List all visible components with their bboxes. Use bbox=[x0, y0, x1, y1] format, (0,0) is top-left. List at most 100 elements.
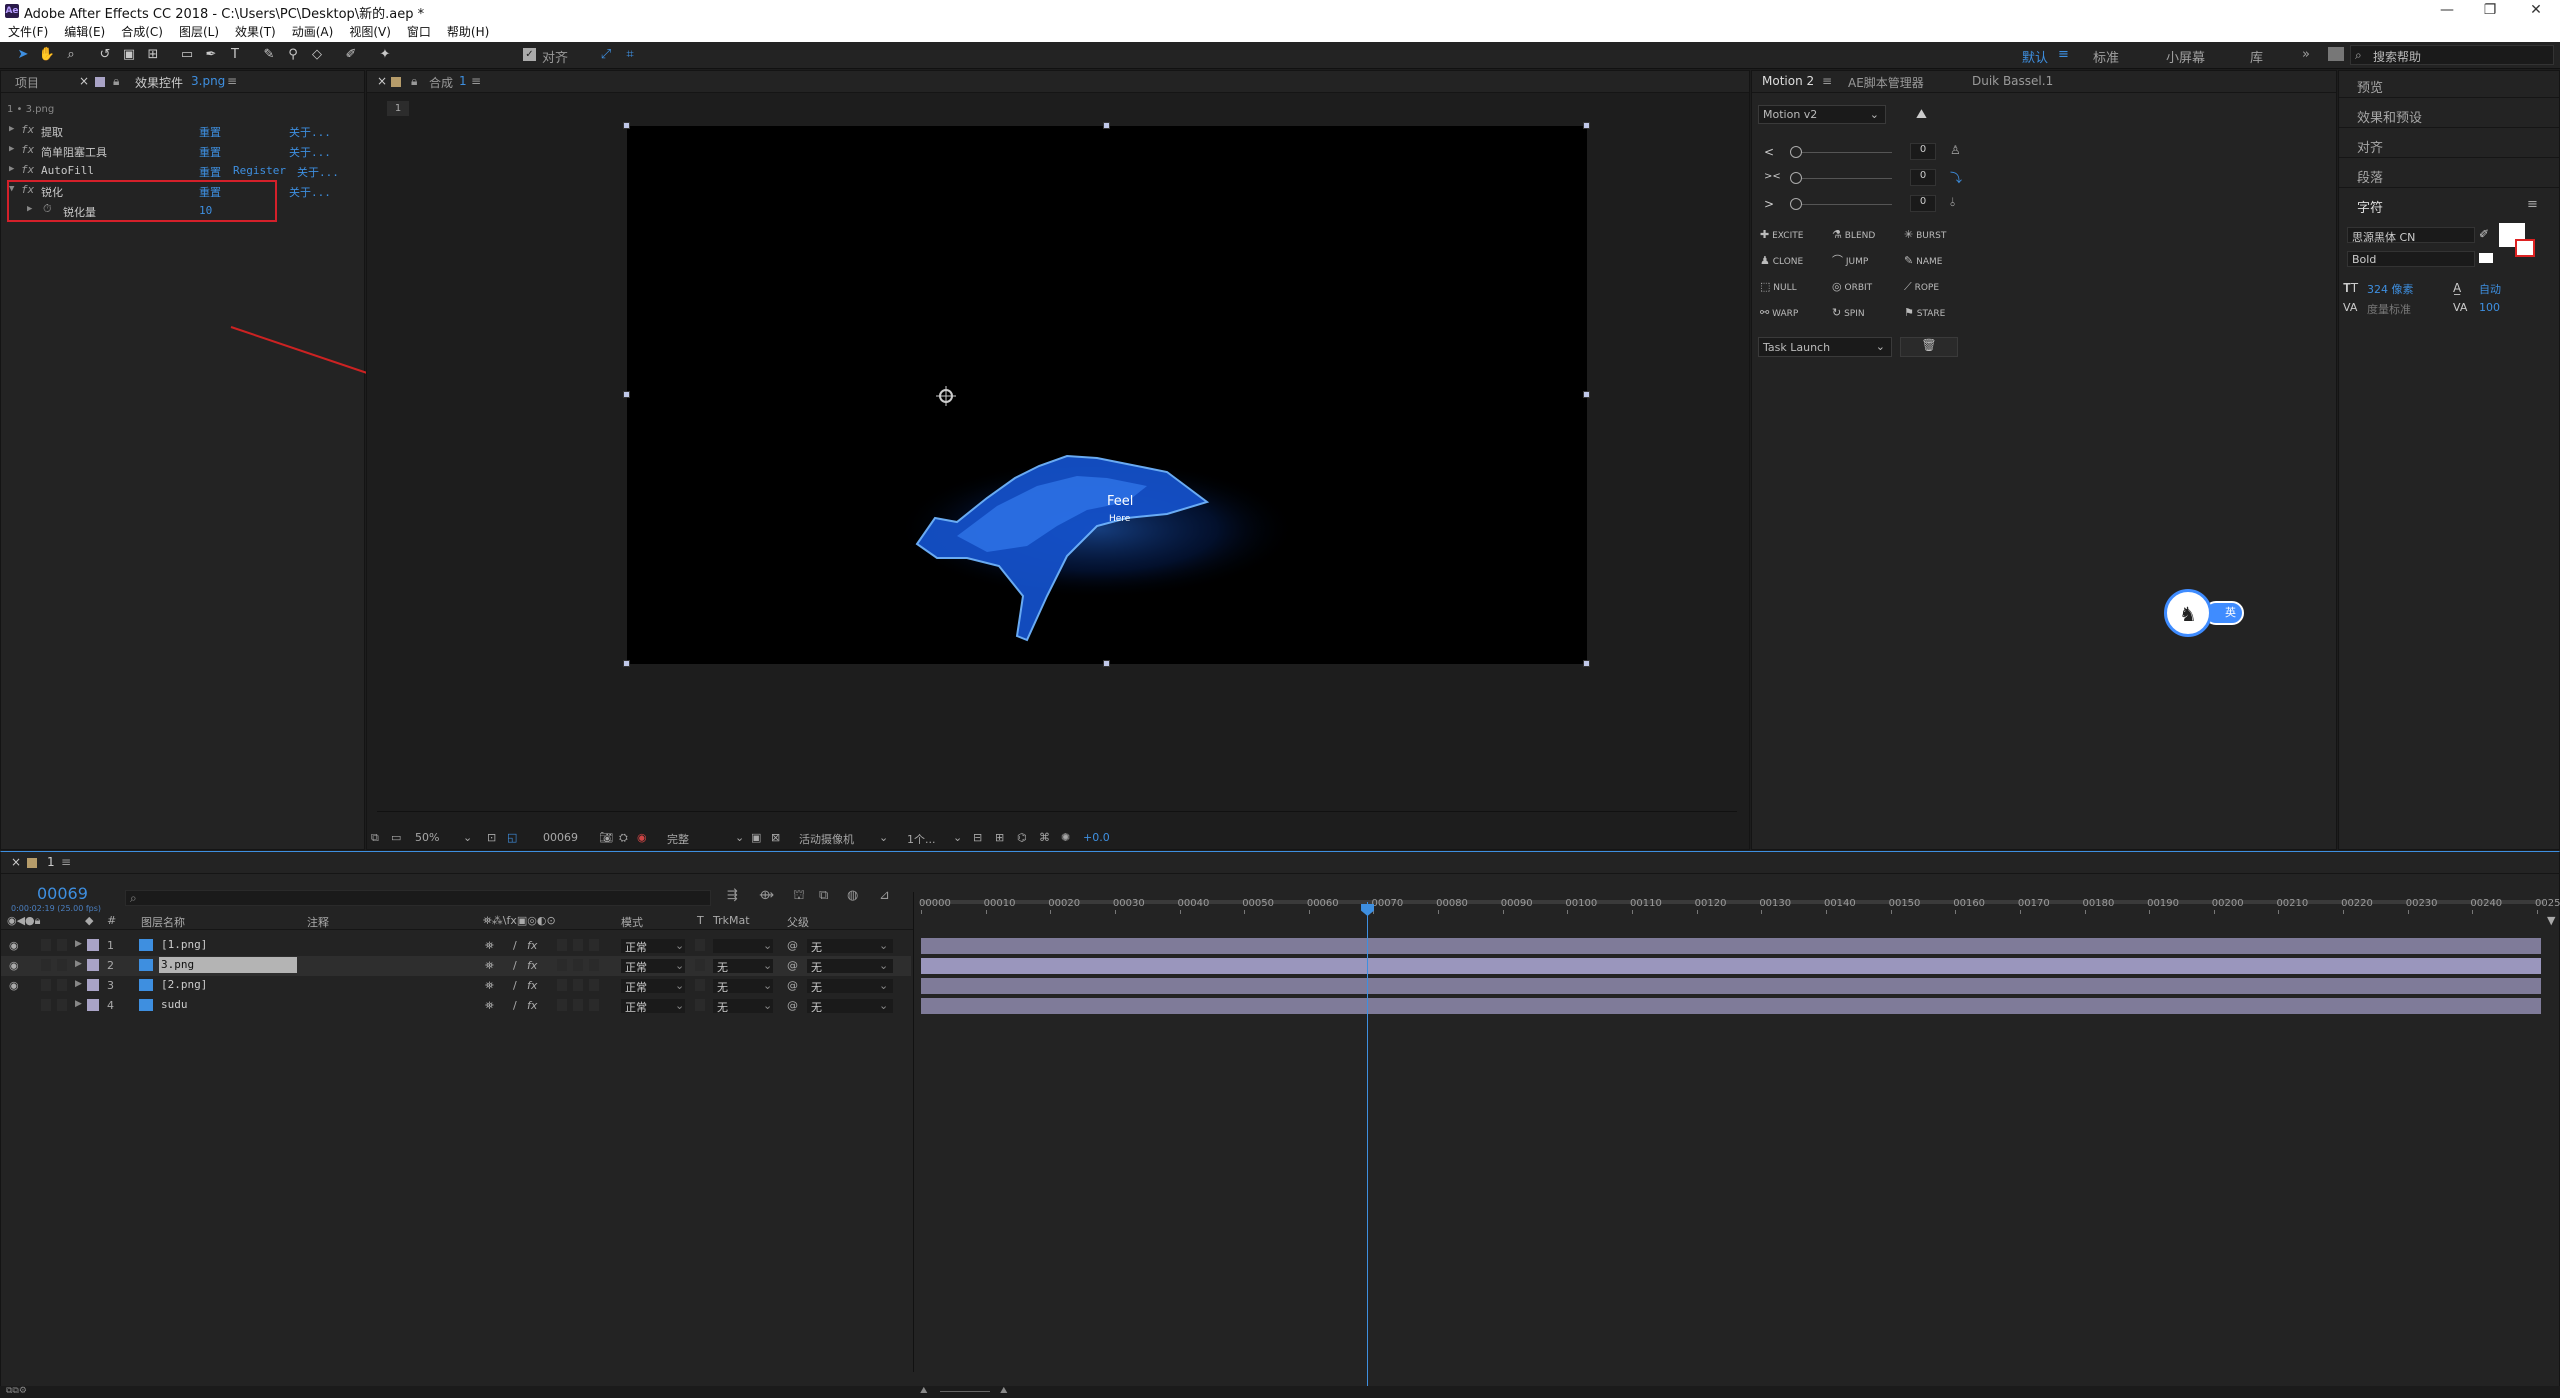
reset-exposure-icon[interactable]: ⌘ bbox=[1039, 831, 1050, 844]
close-tab-icon[interactable]: × bbox=[11, 855, 21, 869]
adjustment-switch[interactable] bbox=[573, 999, 583, 1011]
pick-whip-icon[interactable]: @ bbox=[787, 939, 798, 952]
layer-duration-bar[interactable] bbox=[921, 978, 2541, 994]
task-launch-select[interactable]: Task Launch ⌄ bbox=[1758, 337, 1892, 357]
tab-motion2[interactable]: Motion 2 bbox=[1762, 74, 1814, 88]
views-select[interactable]: 1个... bbox=[907, 831, 936, 847]
trash-button[interactable]: 🗑︎ bbox=[1900, 337, 1958, 357]
fx-icon[interactable]: fx bbox=[21, 123, 34, 136]
motion-blur-switch[interactable] bbox=[557, 939, 567, 951]
ime-widget[interactable]: 英 ♞ bbox=[2164, 589, 2254, 637]
lock-switch[interactable] bbox=[57, 999, 67, 1011]
chevron-down-icon[interactable]: ⌄ bbox=[763, 959, 772, 972]
close-tab-icon[interactable]: × bbox=[377, 74, 387, 88]
graph-editor-icon[interactable]: ⊿ bbox=[879, 888, 890, 903]
excite-button[interactable]: ✚ EXCITE bbox=[1760, 225, 1826, 245]
side-item-preview[interactable]: 预览 bbox=[2357, 77, 2383, 96]
render-toggle-icon[interactable]: ⧉⧉⚙ bbox=[6, 1386, 27, 1396]
menu-help[interactable]: 帮助(H) bbox=[439, 22, 497, 42]
layer-search-input[interactable]: ⌕ bbox=[125, 890, 711, 906]
effect-reset-link[interactable]: 重置 bbox=[199, 164, 221, 180]
fx-switch-icon[interactable]: fx bbox=[527, 979, 537, 992]
transform-handle[interactable] bbox=[1583, 660, 1590, 667]
shy-layers-icon[interactable]: ⛫ bbox=[793, 888, 805, 905]
layer-label-swatch[interactable] bbox=[87, 979, 99, 991]
font-family-select[interactable]: 思源黑体 CN bbox=[2347, 227, 2475, 244]
toggle-pixel-icon[interactable]: ⊟ bbox=[973, 831, 982, 844]
layer-name[interactable]: 3.png bbox=[159, 957, 297, 973]
monitor-icon[interactable]: ▭ bbox=[391, 831, 401, 844]
chevron-down-icon[interactable]: ⌄ bbox=[763, 979, 772, 992]
expand-triangle-icon[interactable]: ▶ bbox=[75, 979, 82, 989]
minimize-button[interactable]: — bbox=[2427, 0, 2467, 22]
tab-duik[interactable]: Duik Bassel.1 bbox=[1972, 74, 2053, 88]
stare-button[interactable]: ⚑ STARE bbox=[1904, 303, 1970, 323]
expand-triangle-icon[interactable]: ▶ bbox=[9, 164, 14, 174]
shy-switch-icon[interactable]: ⛯ bbox=[485, 959, 494, 973]
motion-blur-switch[interactable] bbox=[557, 999, 567, 1011]
jump-button[interactable]: ⌒ JUMP bbox=[1832, 251, 1898, 271]
fit-icon[interactable]: ⊡ bbox=[487, 831, 496, 844]
expand-triangle-icon[interactable]: ▶ bbox=[9, 144, 14, 154]
layer-name-header[interactable]: 图层名称 bbox=[141, 914, 185, 930]
visibility-eye-icon[interactable]: ◉ bbox=[9, 959, 19, 972]
switches-header-icon[interactable]: ⛯⁂\fx▣◎◐⊙ bbox=[483, 914, 556, 928]
clone-button[interactable]: ♟ CLONE bbox=[1760, 251, 1826, 271]
effect-controls-target[interactable]: 3.png bbox=[191, 74, 225, 88]
side-item-paragraph[interactable]: 段落 bbox=[2357, 167, 2383, 186]
playhead-handle-icon[interactable] bbox=[1361, 904, 1375, 916]
layer-row[interactable]: ▶ 4 sudu ⛯ / fx 正常 ⌄ 无 ⌄ @ 无 ⌄ bbox=[1, 996, 911, 1016]
transform-handle[interactable] bbox=[1103, 122, 1110, 129]
anchor-icon[interactable]: ♙ bbox=[1950, 143, 1961, 157]
layer-row[interactable]: ◉ ▶ 2 3.png ⛯ / fx 正常 ⌄ 无 ⌄ @ 无 ⌄ bbox=[1, 956, 911, 976]
hand-tool-icon[interactable]: ✋ bbox=[38, 46, 56, 64]
zoom-select[interactable]: 50% bbox=[415, 831, 439, 844]
layer-row[interactable]: ◉ ▶ 3 [2.png] ⛯ / fx 正常 ⌄ 无 ⌄ @ 无 ⌄ bbox=[1, 976, 911, 996]
chevron-down-icon[interactable]: ⌄ bbox=[763, 939, 772, 952]
camera-tool-icon[interactable]: ▣ bbox=[120, 46, 138, 64]
flowchart-icon[interactable]: ⌬ bbox=[1017, 831, 1027, 844]
lock-switch[interactable] bbox=[57, 979, 67, 991]
close-tab-icon[interactable]: × bbox=[79, 74, 89, 88]
chevron-down-icon[interactable]: ⌄ bbox=[879, 979, 888, 992]
chevron-down-icon[interactable]: ⌄ bbox=[879, 999, 888, 1012]
workspace-standard[interactable]: 标准 bbox=[2093, 47, 2119, 66]
quality-switch-icon[interactable]: / bbox=[513, 939, 517, 952]
3d-switch[interactable] bbox=[589, 979, 599, 991]
menu-view[interactable]: 视图(V) bbox=[341, 22, 399, 42]
preserve-transparency-switch[interactable] bbox=[695, 939, 705, 951]
effect-row[interactable]: ▶ fx 简单阻塞工具 重置 关于... bbox=[1, 141, 361, 161]
help-search-input[interactable]: ⌕ 搜索帮助 bbox=[2350, 45, 2554, 65]
slider-knob[interactable] bbox=[1790, 146, 1802, 158]
chevron-down-icon[interactable]: ⌄ bbox=[675, 979, 684, 992]
transform-handle[interactable] bbox=[1583, 391, 1590, 398]
rotate-tool-icon[interactable]: ↺ bbox=[96, 46, 114, 64]
timeline-timecode[interactable]: 00069 bbox=[37, 884, 88, 903]
pen-tool-icon[interactable]: ✒ bbox=[202, 46, 220, 64]
effect-about-link[interactable]: 关于... bbox=[297, 164, 339, 180]
tracking-value[interactable]: 100 bbox=[2479, 301, 2500, 314]
clone-stamp-tool-icon[interactable]: ⚲ bbox=[284, 46, 302, 64]
tab-effect-controls[interactable]: 效果控件 bbox=[135, 74, 183, 91]
quality-switch-icon[interactable]: / bbox=[513, 979, 517, 992]
motion-blur-switch[interactable] bbox=[557, 959, 567, 971]
side-item-effects-presets[interactable]: 效果和预设 bbox=[2357, 107, 2422, 126]
lock-switch[interactable] bbox=[57, 939, 67, 951]
slider-knob[interactable] bbox=[1790, 172, 1802, 184]
chevron-down-icon[interactable]: ⌄ bbox=[879, 939, 888, 952]
burst-button[interactable]: ✳ BURST bbox=[1904, 225, 1970, 245]
color-channel-icon[interactable]: ◉ bbox=[637, 831, 647, 844]
side-item-character[interactable]: 字符 bbox=[2357, 197, 2383, 216]
fx-icon[interactable]: fx bbox=[21, 143, 34, 156]
rectangle-tool-icon[interactable]: ▭ bbox=[178, 46, 196, 64]
selection-tool-icon[interactable]: ➤ bbox=[14, 46, 32, 64]
fx-switch-icon[interactable]: fx bbox=[527, 939, 537, 952]
zoom-tool-icon[interactable]: ⌕ bbox=[62, 46, 80, 64]
menu-composition[interactable]: 合成(C) bbox=[113, 22, 171, 42]
motion-version-select[interactable]: Motion v2 ⌄ bbox=[1758, 105, 1886, 124]
puppet-tool-icon[interactable]: ✦ bbox=[376, 46, 394, 64]
workspace-library[interactable]: 库 bbox=[2250, 47, 2263, 66]
lock-icon[interactable]: 🔒︎ bbox=[411, 74, 417, 89]
tab-composition[interactable]: 合成 bbox=[429, 74, 453, 91]
pin-icon[interactable]: ⫰ bbox=[1950, 195, 1955, 210]
